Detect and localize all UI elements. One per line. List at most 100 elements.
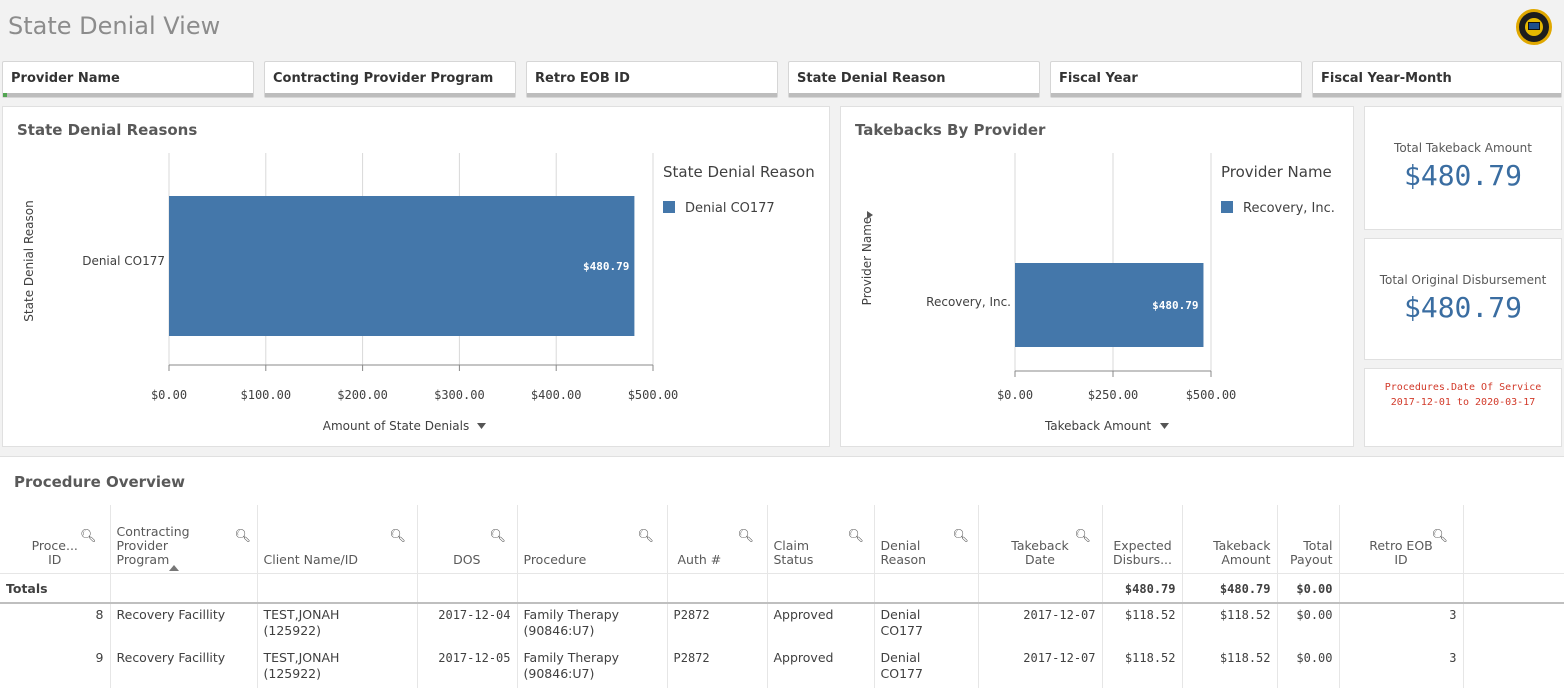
cell-expected: $118.52: [1102, 603, 1183, 647]
filter-retro-eob-id[interactable]: Retro EOB ID: [526, 61, 778, 98]
col-header-dos[interactable]: DOS 🔍︎: [417, 505, 518, 573]
col-header-denial-reason[interactable]: Denial Reason 🔍︎: [874, 505, 979, 573]
cell-expected: $118.52: [1102, 647, 1183, 688]
x-tick-label: $400.00: [531, 388, 582, 402]
dropdown-triangle-icon[interactable]: [1160, 423, 1169, 429]
search-icon[interactable]: 🔍︎: [1075, 530, 1092, 544]
kpi-total-original-disbursement[interactable]: Total Original Disbursement $480.79: [1364, 238, 1562, 360]
x-axis-title: Amount of State Denials: [323, 419, 469, 433]
cell-takeback-amount: $118.52: [1182, 647, 1278, 688]
filter-contracting-provider-program[interactable]: Contracting Provider Program: [264, 61, 516, 98]
filter-label: Retro EOB ID: [535, 71, 630, 86]
cell-dos: 2017-12-04: [417, 603, 518, 647]
date-range-line-2: 2017-12-01 to 2020-03-17: [1390, 397, 1536, 408]
totals-payout: $0.00: [1277, 572, 1340, 604]
bar: [169, 196, 635, 336]
filter-fiscal-year-month[interactable]: Fiscal Year-Month: [1312, 61, 1562, 98]
col-header-retro-eob-id[interactable]: Retro EOB ID 🔍︎: [1339, 505, 1464, 573]
cell-status: Approved: [767, 603, 875, 647]
x-tick-label: $250.00: [1088, 388, 1139, 402]
search-icon[interactable]: 🔍︎: [390, 530, 407, 544]
search-icon[interactable]: 🔍︎: [235, 530, 252, 544]
x-tick-label: $300.00: [434, 388, 485, 402]
cell-procedure-id: 9: [0, 647, 111, 688]
cell-eob: 3: [1339, 647, 1464, 688]
filter-selection-bar: [3, 93, 253, 97]
col-header-total-payout[interactable]: Total Payout: [1277, 505, 1340, 573]
filter-label: Contracting Provider Program: [273, 71, 494, 86]
x-tick-label: $200.00: [337, 388, 388, 402]
filter-selection-bar: [789, 93, 1039, 97]
app-logo-icon[interactable]: [1516, 9, 1552, 45]
legend-title: State Denial Reason: [663, 163, 815, 181]
totals-takeback: $480.79: [1182, 572, 1278, 604]
bar-value-label: $480.79: [1152, 299, 1198, 312]
logo-screen: [1528, 22, 1540, 30]
x-tick-label: $500.00: [1186, 388, 1237, 402]
search-icon[interactable]: 🔍︎: [638, 530, 655, 544]
cell-reason: Denial CO177: [874, 647, 979, 688]
col-header-procedure-id[interactable]: Proce... ID 🔍︎: [0, 505, 111, 573]
cell-procedure: Family Therapy (90846:U7): [517, 647, 668, 688]
y-axis-title: State Denial Reason: [22, 200, 36, 321]
kpi-title: Total Takeback Amount: [1394, 141, 1532, 155]
cell-auth: P2872: [667, 647, 768, 688]
cell-client: TEST,JONAH (125922): [257, 647, 418, 688]
col-header-auth[interactable]: Auth # 🔍︎: [667, 505, 768, 573]
cell-program: Recovery Facillity: [110, 647, 258, 688]
filter-fiscal-year[interactable]: Fiscal Year: [1050, 61, 1302, 98]
cell-reason: Denial CO177: [874, 603, 979, 647]
procedure-overview-panel: Procedure Overview Proce... ID 🔍︎ Contrac…: [0, 456, 1564, 688]
totals-label: Totals: [0, 572, 111, 604]
filter-state-denial-reason[interactable]: State Denial Reason: [788, 61, 1040, 98]
kpi-total-takeback[interactable]: Total Takeback Amount $480.79: [1364, 106, 1562, 230]
totals-row: Totals $480.79 $480.79 $0.00: [0, 572, 1564, 604]
col-header-procedure[interactable]: Procedure 🔍︎: [517, 505, 668, 573]
search-icon[interactable]: 🔍︎: [848, 530, 865, 544]
filter-provider-name[interactable]: Provider Name: [2, 61, 254, 98]
filter-selection-bar: [1313, 93, 1561, 97]
search-icon[interactable]: 🔍︎: [953, 530, 970, 544]
x-tick-label: $500.00: [628, 388, 679, 402]
col-header-expected-disbursement[interactable]: Expected Disburs...: [1102, 505, 1183, 573]
sort-arrow-icon[interactable]: [168, 564, 179, 571]
search-icon[interactable]: 🔍︎: [490, 530, 507, 544]
filter-label: Fiscal Year-Month: [1321, 71, 1452, 86]
legend-swatch: [663, 201, 675, 213]
legend-swatch: [1221, 201, 1233, 213]
cell-procedure-id: 8: [0, 603, 111, 647]
filter-label: State Denial Reason: [797, 71, 946, 86]
takebacks-by-provider-panel[interactable]: Takebacks By Provider $0.00 $250.00 $500.0…: [840, 106, 1354, 447]
kpi-value: $480.79: [1403, 291, 1522, 324]
search-icon[interactable]: 🔍︎: [738, 530, 755, 544]
col-header-takeback-amount[interactable]: Takeback Amount: [1182, 505, 1278, 573]
cell-payout: $0.00: [1277, 603, 1340, 647]
search-icon[interactable]: 🔍︎: [80, 530, 97, 544]
state-denial-reasons-panel[interactable]: State Denial Reasons $0.00 $100.00 $200.00…: [2, 106, 830, 447]
dropdown-triangle-icon[interactable]: [477, 423, 486, 429]
date-range-note: Procedures.Date Of Service 2017-12-01 to…: [1364, 368, 1562, 447]
col-header-contracting-provider-program[interactable]: Contracting Provider Program 🔍︎: [110, 505, 258, 573]
cell-auth: P2872: [667, 603, 768, 647]
search-icon[interactable]: 🔍︎: [1432, 530, 1449, 544]
table-row[interactable]: 8 Recovery Facillity TEST,JONAH (125922) …: [0, 603, 1564, 647]
x-tick-label: $0.00: [997, 388, 1033, 402]
state-denial-chart[interactable]: $0.00 $100.00 $200.00 $300.00 $400.00 $500.00…: [3, 107, 829, 446]
legend-item: Denial CO177: [685, 201, 775, 216]
cell-client: TEST,JONAH (125922): [257, 603, 418, 647]
col-header-claim-status[interactable]: Claim Status 🔍︎: [767, 505, 875, 573]
filter-label: Provider Name: [11, 71, 120, 86]
col-header-takeback-date[interactable]: Takeback Date 🔍︎: [978, 505, 1103, 573]
legend-title: Provider Name: [1221, 163, 1332, 181]
legend-item: Recovery, Inc.: [1243, 201, 1335, 216]
cell-procedure: Family Therapy (90846:U7): [517, 603, 668, 647]
takebacks-chart[interactable]: $0.00 $250.00 $500.00 $480.79 Recovery, Inc.…: [841, 107, 1353, 446]
cell-takeback-amount: $118.52: [1182, 603, 1278, 647]
bar-value-label: $480.79: [583, 260, 629, 273]
kpi-title: Total Original Disbursement: [1379, 273, 1547, 287]
date-range-line-1: Procedures.Date Of Service: [1384, 382, 1542, 393]
col-header-client-name[interactable]: Client Name/ID 🔍︎: [257, 505, 418, 573]
cell-eob: 3: [1339, 603, 1464, 647]
table-row[interactable]: 9 Recovery Facillity TEST,JONAH (125922) …: [0, 647, 1564, 688]
category-label: Recovery, Inc.: [926, 295, 1011, 309]
